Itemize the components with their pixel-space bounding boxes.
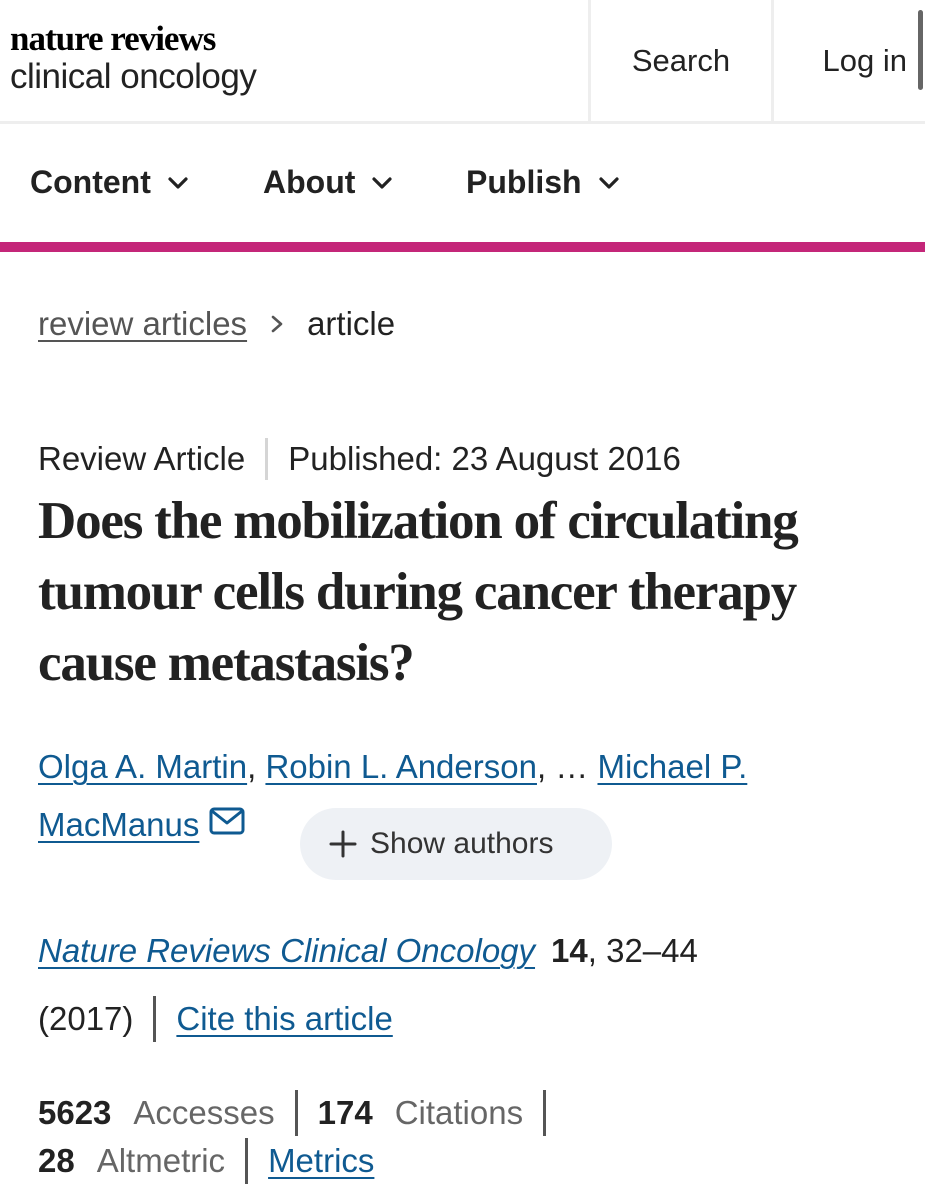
- logo-line-1: nature reviews: [10, 19, 216, 58]
- article-meta: Review Article Published: 23 August 2016: [38, 438, 681, 480]
- breadcrumb-current: article: [307, 305, 396, 342]
- nav-content-label: Content: [30, 164, 151, 200]
- journal-name-link[interactable]: Nature Reviews Clinical Oncology: [38, 932, 535, 969]
- show-authors-label: Show authors: [370, 827, 554, 860]
- journal-year: (2017): [38, 1000, 134, 1037]
- nav-publish-label: Publish: [466, 164, 582, 200]
- main-nav: Content About Publish: [0, 124, 925, 252]
- accesses-label: Accesses: [133, 1094, 275, 1131]
- mail-icon[interactable]: [209, 806, 245, 836]
- chevron-right-icon: [271, 315, 283, 333]
- meta-divider: [265, 438, 269, 480]
- article-title: Does the mobilization of circulating tum…: [38, 492, 799, 692]
- journal-citation-continued: (2017) Cite this article: [38, 996, 393, 1042]
- journal-pages: , 32–44: [587, 932, 698, 969]
- author-link-robin-anderson[interactable]: Robin L. Anderson: [265, 748, 537, 785]
- metrics-divider: [294, 1090, 298, 1136]
- published-date: Published: 23 August 2016: [288, 440, 681, 477]
- plus-icon: [329, 830, 357, 858]
- metrics-link[interactable]: Metrics: [268, 1142, 374, 1180]
- nav-content-menu[interactable]: Content: [30, 164, 189, 201]
- author-ellipsis: , …: [536, 748, 598, 785]
- altmetric-score: 28: [38, 1142, 75, 1179]
- site-header: nature reviews clinical oncology Search …: [0, 0, 925, 124]
- nav-about-label: About: [263, 164, 356, 200]
- altmetric-label: Altmetric: [96, 1142, 226, 1179]
- article-metrics: 5623 Accesses 174 Citations: [38, 1090, 566, 1136]
- journal-citation: Nature Reviews Clinical Oncology 14, 32–4…: [38, 932, 698, 970]
- journal-volume: 14: [551, 932, 588, 969]
- chevron-down-icon: [372, 176, 393, 189]
- metrics-divider: [245, 1138, 249, 1184]
- search-button[interactable]: Search: [588, 0, 774, 121]
- article-metrics-continued: 28 Altmetric Metrics: [38, 1138, 374, 1184]
- author-link-michael-macmanus[interactable]: Michael P.: [597, 748, 747, 785]
- author-list-continued: MacManus: [38, 806, 245, 844]
- citations-count: 174: [317, 1094, 373, 1131]
- login-button[interactable]: Log in: [774, 0, 925, 121]
- nav-publish-menu[interactable]: Publish: [466, 164, 620, 201]
- author-list: Olga A. Martin, Robin L. Anderson, … Mic…: [38, 748, 747, 786]
- chevron-down-icon: [598, 176, 619, 189]
- author-link-olga-martin[interactable]: Olga A. Martin: [38, 748, 247, 785]
- article-type: Review Article: [38, 440, 246, 477]
- nav-about-menu[interactable]: About: [263, 164, 393, 201]
- show-authors-button[interactable]: Show authors: [300, 808, 612, 880]
- breadcrumb: review articles article: [38, 305, 395, 343]
- citation-divider: [153, 996, 157, 1042]
- author-link-michael-macmanus-continued[interactable]: MacManus: [38, 806, 199, 844]
- scrollbar[interactable]: [918, 10, 923, 90]
- accesses-count: 5623: [38, 1094, 112, 1131]
- metrics-divider: [543, 1090, 547, 1136]
- journal-logo[interactable]: nature reviews clinical oncology: [10, 19, 257, 96]
- breadcrumb-review-articles-link[interactable]: review articles: [38, 305, 247, 343]
- chevron-down-icon: [168, 176, 188, 189]
- cite-this-article-link[interactable]: Cite this article: [176, 1000, 392, 1038]
- author-separator: ,: [247, 748, 257, 785]
- logo-line-2: clinical oncology: [10, 57, 257, 96]
- citations-label: Citations: [394, 1094, 524, 1131]
